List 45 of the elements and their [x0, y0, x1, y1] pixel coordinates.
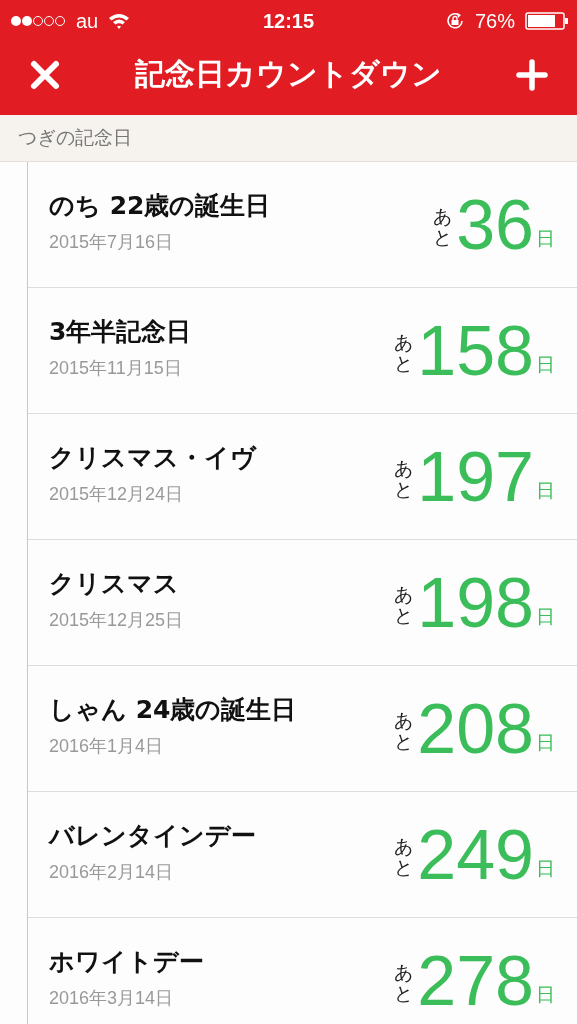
days-unit: 日	[536, 855, 555, 881]
battery-percent: 76%	[474, 9, 515, 33]
remaining-label: あと	[394, 835, 414, 878]
rotation-lock-icon	[444, 11, 465, 31]
add-button[interactable]	[515, 57, 549, 92]
days-count: 278	[417, 945, 534, 1016]
days-unit: 日	[536, 477, 555, 503]
remaining-label: あと	[433, 205, 453, 248]
event-date: 2015年11月15日	[49, 357, 183, 380]
window-title: 記念日カウントダウン	[135, 55, 442, 93]
days-count: 158	[417, 315, 534, 386]
event-name: バレンタインデー	[49, 820, 256, 852]
event-date: 2016年1月4日	[49, 735, 165, 758]
days-unit: 日	[536, 981, 555, 1007]
event-date: 2015年12月25日	[49, 609, 184, 632]
days-count: 208	[417, 693, 534, 764]
days-unit: 日	[536, 225, 555, 251]
event-date: 2015年12月24日	[49, 483, 185, 506]
remaining-label: あと	[394, 583, 414, 626]
status-time: 12:15	[262, 9, 315, 33]
event-name: しゃん 24歳の誕生日	[49, 694, 297, 726]
days-unit: 日	[536, 351, 555, 377]
days-count: 36	[456, 189, 534, 260]
days-count: 197	[417, 441, 534, 512]
days-count: 198	[417, 567, 534, 638]
remaining-label: あと	[394, 709, 414, 752]
remaining-label: あと	[394, 961, 414, 1004]
event-name: 3年半記念日	[49, 316, 192, 348]
section-title: つぎの記念日	[18, 125, 132, 150]
event-name: ホワイトデー	[49, 946, 204, 978]
event-name: クリスマス	[49, 568, 180, 600]
event-name: クリスマス・イヴ	[49, 442, 256, 474]
event-date: 2016年2月14日	[49, 861, 175, 884]
carrier-name: au	[76, 9, 99, 33]
days-unit: 日	[536, 603, 555, 629]
event-name: のち 22歳の誕生日	[49, 190, 271, 222]
days-unit: 日	[536, 729, 555, 755]
signal-icon	[10, 14, 66, 28]
remaining-label: あと	[394, 331, 414, 374]
remaining-label: あと	[394, 457, 414, 500]
wifi-icon	[108, 13, 131, 29]
event-date: 2015年7月16日	[49, 231, 175, 254]
battery-icon	[525, 11, 569, 31]
event-date: 2016年3月14日	[49, 987, 175, 1010]
days-count: 249	[417, 819, 534, 890]
